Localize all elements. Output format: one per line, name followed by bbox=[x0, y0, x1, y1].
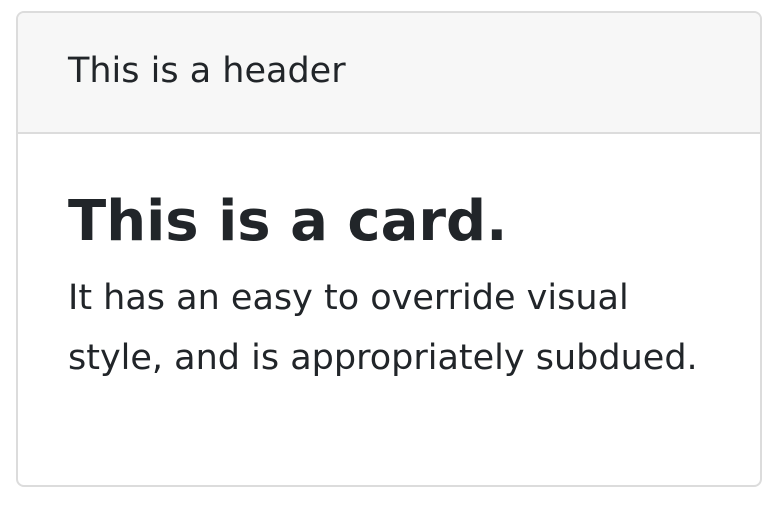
card-body: This is a card. It has an easy to overri… bbox=[18, 134, 760, 388]
card-header: This is a header bbox=[18, 13, 760, 134]
card-title: This is a card. bbox=[68, 189, 508, 254]
card-text: It has an easy to override visual style,… bbox=[68, 278, 698, 378]
card: This is a header This is a card. It has … bbox=[16, 11, 762, 487]
card-header-text: This is a header bbox=[68, 51, 346, 91]
